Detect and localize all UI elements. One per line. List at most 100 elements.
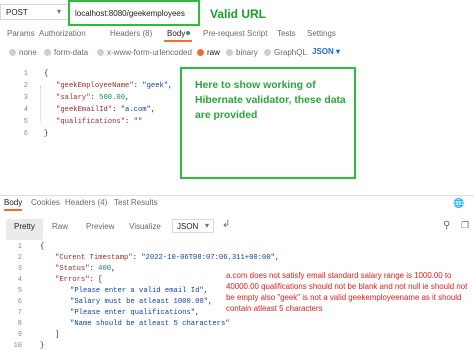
response-tab-underline xyxy=(4,209,22,211)
json-value: 500.00 xyxy=(99,94,126,102)
tab-settings[interactable]: Settings xyxy=(307,29,336,38)
json-value: "Salary must be atleast 1000.00" xyxy=(70,298,209,306)
json-key: "Status" xyxy=(55,265,90,273)
radio-label: binary xyxy=(236,48,258,57)
note-text: Here to show working of Hibernate valida… xyxy=(195,80,346,121)
json-comma: , xyxy=(125,94,130,102)
code-line: "Name should be atleast 5 characters" xyxy=(70,320,230,328)
tab-params[interactable]: Params xyxy=(7,29,35,38)
url-text: localhost:8080/geekemployees xyxy=(75,9,185,18)
json-value: "2022-10-06T08:07:06.311+00:00" xyxy=(141,254,275,262)
code-line[interactable]: "geekEmployeeName": "geek", xyxy=(56,82,173,90)
radio-button xyxy=(9,49,16,56)
tab-pre-request-script[interactable]: Pre-request Script xyxy=(203,29,267,38)
code-line: "Errors": [ xyxy=(55,276,103,284)
code-line: { xyxy=(44,70,48,78)
json-key: "Curent Timestamp" xyxy=(55,254,133,262)
view-pretty[interactable]: Pretty xyxy=(6,219,43,240)
radio-button xyxy=(264,49,271,56)
response-format-select[interactable]: JSON ▾ xyxy=(172,219,214,233)
radio-label: x-www-form-urlencoded xyxy=(107,48,192,57)
error-explanation-note: a.com does not satisfy email standard sa… xyxy=(226,271,468,313)
response-tab-body[interactable]: Body xyxy=(4,198,22,207)
code-line[interactable]: "qualifications": "" xyxy=(56,118,142,126)
chevron-down-icon: ▾ xyxy=(336,47,341,56)
response-tab-headers[interactable]: Headers (4) xyxy=(65,198,107,207)
code-line: ] xyxy=(55,331,59,339)
view-raw[interactable]: Raw xyxy=(52,219,68,240)
wrap-lines-icon[interactable]: ↲ xyxy=(222,219,235,232)
json-sep: : xyxy=(125,118,134,126)
method-select[interactable]: POST ▾ xyxy=(0,4,68,20)
line-number: 9 xyxy=(17,331,22,339)
radio-button-selected xyxy=(197,49,204,56)
radio-label: GraphQL xyxy=(274,48,307,57)
code-line: "Salary must be atleast 1000.00", xyxy=(70,298,213,306)
radio-button xyxy=(97,49,104,56)
code-line: { xyxy=(40,243,44,251)
code-line: "Status": 400, xyxy=(55,265,116,273)
radio-label: raw xyxy=(207,48,220,57)
globe-icon[interactable]: 🌐 xyxy=(453,198,464,209)
line-number: 2 xyxy=(23,82,28,90)
line-number: 3 xyxy=(23,94,28,102)
json-value: "" xyxy=(133,118,143,126)
tab-body[interactable]: Body xyxy=(167,29,185,38)
view-preview[interactable]: Preview xyxy=(86,219,114,240)
line-number: 6 xyxy=(23,130,28,138)
json-value: "geek" xyxy=(142,82,169,90)
json-value: "Please enter a valid email Id" xyxy=(70,287,204,295)
json-brace: } xyxy=(44,130,49,138)
response-tab-cookies[interactable]: Cookies xyxy=(31,198,60,207)
json-key: "Errors" xyxy=(55,276,90,284)
tab-authorization[interactable]: Authorization xyxy=(39,29,86,38)
line-number: 5 xyxy=(23,118,28,126)
radio-label: form-data xyxy=(54,48,89,57)
code-line: "Curent Timestamp": "2022-10-06T08:07:06… xyxy=(55,254,280,262)
line-number: 3 xyxy=(17,265,22,273)
raw-format-select[interactable]: JSON ▾ xyxy=(312,47,340,56)
panel-divider xyxy=(0,195,474,196)
code-line: "Please enter qualifications", xyxy=(70,309,200,317)
code-line[interactable]: "geekEmailId": "a.com", xyxy=(56,106,155,114)
line-number: 6 xyxy=(17,298,22,306)
radio-button xyxy=(44,49,51,56)
json-value: "Name should be atleast 5 characters" xyxy=(70,320,230,328)
body-indicator-dot xyxy=(186,31,190,35)
json-bracket: ] xyxy=(55,331,60,339)
json-sep: : xyxy=(90,94,100,102)
code-line[interactable]: "salary": 500.00, xyxy=(56,94,129,102)
tab-headers[interactable]: Headers (8) xyxy=(110,29,152,38)
json-brace: { xyxy=(44,70,49,78)
json-key: "geekEmailId" xyxy=(56,106,113,114)
tab-body-underline xyxy=(164,40,192,42)
json-key: "qualifications" xyxy=(56,118,126,126)
chevron-down-icon: ▾ xyxy=(205,221,210,230)
hibernate-validator-note: Here to show working of Hibernate valida… xyxy=(180,67,356,179)
line-number: 1 xyxy=(17,243,22,251)
method-label: POST xyxy=(6,8,28,17)
indent-guide xyxy=(40,86,41,122)
code-line: } xyxy=(44,130,48,138)
json-value: 400 xyxy=(98,265,112,273)
copy-icon[interactable]: ❐ xyxy=(461,220,469,231)
json-key: "geekEmployeeName" xyxy=(56,82,134,90)
json-value: "Please enter qualifications" xyxy=(70,309,196,317)
json-brace: { xyxy=(40,243,45,251)
view-visualize[interactable]: Visualize xyxy=(129,219,161,240)
radio-label: none xyxy=(19,48,37,57)
tab-tests[interactable]: Tests xyxy=(277,29,296,38)
url-input[interactable]: localhost:8080/geekemployees xyxy=(68,0,200,26)
json-key: "salary" xyxy=(56,94,91,102)
filter-icon[interactable]: ⚲ xyxy=(443,220,450,231)
json-comma: , xyxy=(168,82,173,90)
line-number: 4 xyxy=(17,276,22,284)
response-tab-test-results[interactable]: Test Results xyxy=(114,198,158,207)
valid-url-annotation: Valid URL xyxy=(210,7,267,21)
json-value: "a.com" xyxy=(120,106,151,114)
json-comma: , xyxy=(150,106,156,114)
line-number: 8 xyxy=(17,320,22,328)
response-format-label: JSON xyxy=(177,222,199,231)
chevron-down-icon: ▾ xyxy=(57,7,62,16)
line-number: 2 xyxy=(17,254,22,262)
